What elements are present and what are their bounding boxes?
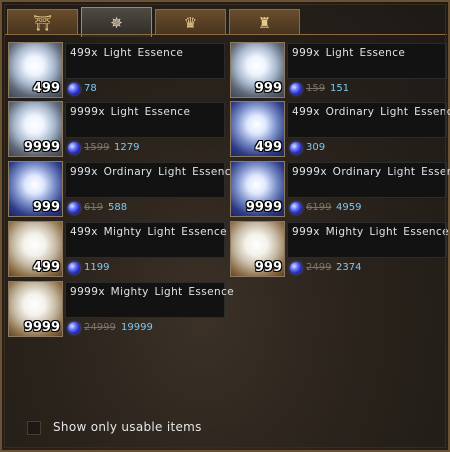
shop-item-card[interactable]: 9999 9999x Mighty Light Essence 24999 19999: [8, 281, 234, 337]
price-bar: 1599 1279: [65, 140, 226, 157]
price-bar: 1199: [65, 260, 226, 277]
price-bar: 24999 19999: [65, 320, 226, 337]
old-price: 2499: [306, 262, 332, 273]
price-bar: 619 588: [65, 200, 226, 217]
price-bar: 6199 4959: [287, 200, 448, 217]
price-bar: 2499 2374: [287, 260, 448, 277]
blue-gem-currency-icon: [290, 142, 302, 154]
current-price: 1279: [114, 142, 140, 153]
shop-item-card[interactable]: 499 499x Mighty Light Essence 1199: [8, 221, 228, 277]
shop-item-card[interactable]: 9999 9999x Light Essence 1599 1279: [8, 101, 226, 157]
light-essence-icon[interactable]: 999: [230, 42, 285, 98]
old-price: 24999: [84, 322, 116, 333]
shop-item-card[interactable]: 499 499x Light Essence 78: [8, 42, 226, 98]
scroll-icon: ⛩: [32, 13, 53, 32]
light-essence-icon[interactable]: 9999: [8, 101, 63, 157]
old-price: 1599: [84, 142, 110, 153]
shop-item-card[interactable]: 999 999x Ordinary Light Essence 619 588: [8, 161, 237, 217]
tab-compass[interactable]: ✵: [81, 7, 152, 37]
shop-window: ⛩ ✵ ♛ ♜ 499 499x Light Essence 78 999 999x L…: [0, 0, 450, 452]
shop-item-card[interactable]: 999 999x Light Essence 159 151: [230, 42, 448, 98]
item-name-box: 999x Mighty Light Essence: [287, 222, 450, 258]
item-quantity: 999: [254, 260, 282, 275]
money-bag-icon: ♜: [257, 13, 272, 32]
tab-scroll[interactable]: ⛩: [7, 9, 78, 35]
usable-items-label[interactable]: Show only usable items: [53, 420, 202, 434]
item-quantity: 999: [254, 81, 282, 96]
item-name-box: 499x Light Essence: [65, 43, 225, 79]
light-essence-icon[interactable]: 9999: [230, 161, 285, 217]
item-quantity: 499: [254, 140, 282, 155]
old-price: 6199: [306, 202, 332, 213]
blue-gem-currency-icon: [290, 202, 302, 214]
price-bar: 78: [65, 81, 226, 98]
item-grid: 499 499x Light Essence 78 999 999x Light Ess…: [5, 37, 450, 337]
light-essence-icon[interactable]: 499: [230, 101, 285, 157]
item-quantity: 999: [32, 200, 60, 215]
compass-icon: ✵: [110, 13, 123, 32]
item-name: 9999x Mighty Light Essence: [70, 286, 235, 298]
blue-gem-currency-icon: [68, 262, 80, 274]
item-name: 9999x Ordinary Light Essence: [292, 166, 450, 178]
item-name: 9999x Light Essence: [70, 106, 191, 118]
item-name-box: 9999x Ordinary Light Essence: [287, 162, 450, 198]
current-price: 2374: [336, 262, 362, 273]
shop-item-card[interactable]: 999 999x Mighty Light Essence 2499 2374: [230, 221, 450, 277]
item-name: 999x Light Essence: [292, 47, 406, 59]
blue-gem-currency-icon: [290, 83, 302, 95]
light-essence-icon[interactable]: 9999: [8, 281, 63, 337]
tab-money-bag[interactable]: ♜: [229, 9, 300, 35]
usable-items-checkbox[interactable]: [27, 421, 41, 435]
blue-gem-currency-icon: [68, 142, 80, 154]
item-name-box: 499x Mighty Light Essence: [65, 222, 228, 258]
item-name-box: 999x Light Essence: [287, 43, 447, 79]
blue-gem-currency-icon: [68, 83, 80, 95]
trophy-icon: ♛: [183, 13, 198, 32]
item-quantity: 499: [32, 260, 60, 275]
tab-trophy[interactable]: ♛: [155, 9, 226, 35]
current-price: 1199: [84, 262, 110, 273]
blue-gem-currency-icon: [68, 322, 80, 334]
item-quantity: 9999: [23, 320, 60, 335]
price-bar: 309: [287, 140, 448, 157]
blue-gem-currency-icon: [68, 202, 80, 214]
item-name-box: 999x Ordinary Light Essence: [65, 162, 237, 198]
price-bar: 159 151: [287, 81, 448, 98]
light-essence-icon[interactable]: 499: [8, 221, 63, 277]
item-name: 499x Light Essence: [70, 47, 184, 59]
old-price: 619: [84, 202, 104, 213]
item-quantity: 9999: [245, 200, 282, 215]
item-name-box: 499x Ordinary Light Essence: [287, 102, 450, 138]
current-price: 588: [108, 202, 128, 213]
item-name-box: 9999x Light Essence: [65, 102, 225, 138]
current-price: 309: [306, 142, 326, 153]
item-quantity: 499: [32, 81, 60, 96]
item-name-box: 9999x Mighty Light Essence: [65, 282, 234, 318]
tab-divider: [5, 34, 447, 35]
item-name: 999x Mighty Light Essence: [292, 226, 450, 238]
blue-gem-currency-icon: [290, 262, 302, 274]
item-name: 499x Mighty Light Essence: [70, 226, 228, 238]
category-tabs: ⛩ ✵ ♛ ♜: [5, 5, 449, 37]
light-essence-icon[interactable]: 499: [8, 42, 63, 98]
light-essence-icon[interactable]: 999: [8, 161, 63, 217]
item-quantity: 9999: [23, 140, 60, 155]
item-name: 499x Ordinary Light Essence: [292, 106, 450, 118]
shop-item-card[interactable]: 9999 9999x Ordinary Light Essence 6199 4959: [230, 161, 450, 217]
item-name: 999x Ordinary Light Essence: [70, 166, 238, 178]
current-price: 78: [84, 83, 97, 94]
current-price: 4959: [336, 202, 362, 213]
shop-item-card[interactable]: 499 499x Ordinary Light Essence 309: [230, 101, 450, 157]
old-price: 159: [306, 83, 326, 94]
light-essence-icon[interactable]: 999: [230, 221, 285, 277]
current-price: 151: [330, 83, 350, 94]
current-price: 19999: [121, 322, 153, 333]
